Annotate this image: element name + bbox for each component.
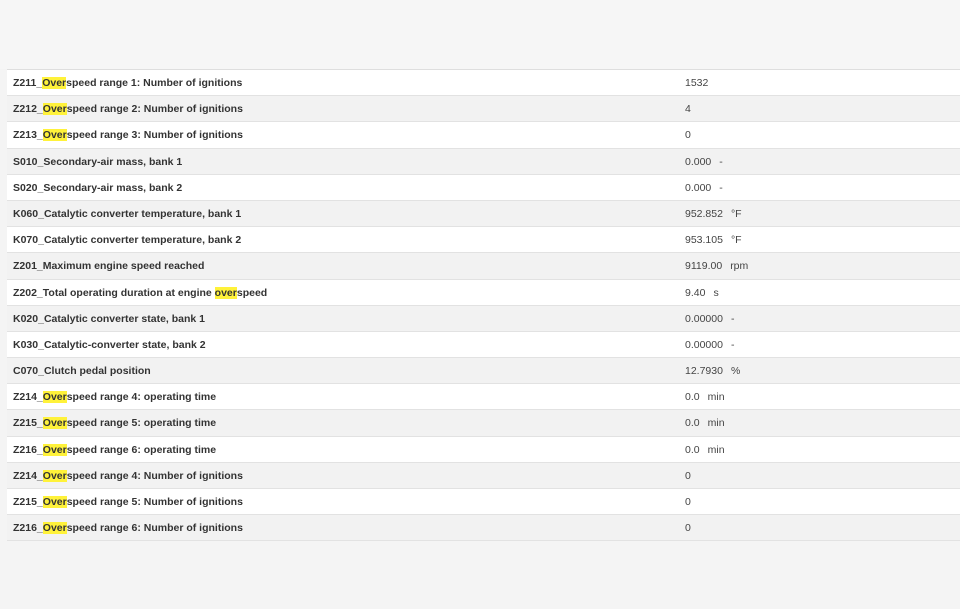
table-row[interactable]: Z215_Overspeed range 5: operating time 0… — [7, 410, 960, 437]
parameter-unit: - — [719, 181, 723, 194]
table-row[interactable]: K020_Catalytic converter state, bank 1 0… — [7, 305, 960, 332]
parameter-name: Z216_Overspeed range 6: Number of igniti… — [13, 522, 243, 535]
table-row[interactable]: K030_Catalytic-converter state, bank 2 0… — [7, 331, 960, 359]
table-row[interactable]: Z211_Overspeed range 1: Number of igniti… — [7, 70, 960, 97]
parameter-name: K060_Catalytic converter temperature, ba… — [13, 207, 242, 220]
table-row[interactable]: S010_Secondary-air mass, bank 1 0.000- — [7, 148, 960, 175]
parameter-value: 4 — [685, 103, 691, 116]
search-highlight: Over — [42, 522, 67, 535]
table-row[interactable]: Z216_Overspeed range 6: operating time 0… — [7, 436, 960, 463]
parameter-value: 0.00000- — [685, 338, 735, 351]
table-row[interactable]: Z214_Overspeed range 4: operating time 0… — [7, 384, 960, 411]
search-highlight: Over — [42, 417, 67, 430]
parameter-value: 1532 — [685, 77, 709, 89]
parameter-name: S020_Secondary-air mass, bank 2 — [13, 181, 183, 194]
parameter-name: Z201_Maximum engine speed reached — [13, 260, 205, 273]
parameter-value: 0.0 min — [685, 443, 725, 456]
table-row[interactable]: Z201_Maximum engine speed reached 9119.0… — [7, 253, 960, 280]
parameter-name: Z211_Overspeed range 1: Number of igniti… — [13, 77, 243, 89]
parameter-value: 0 — [685, 522, 691, 535]
parameter-unit: - — [730, 312, 735, 325]
parameter-name: S010_Secondary-air mass, bank 1 — [13, 155, 183, 168]
parameter-name: C070_Clutch pedal position — [13, 365, 151, 378]
parameter-value: 0 — [685, 496, 691, 508]
search-highlight: Over — [42, 129, 67, 142]
parameter-name: Z214_Overspeed range 4: Number of igniti… — [13, 469, 243, 482]
table-row[interactable]: Z212_Overspeed range 2: Number of igniti… — [7, 96, 960, 123]
parameter-name: K020_Catalytic converter state, bank 1 — [13, 312, 206, 325]
parameter-unit: s — [713, 286, 719, 299]
parameter-unit: min — [707, 391, 725, 404]
parameter-value: 0.00000- — [685, 312, 735, 325]
parameter-value: 9.40 s — [685, 286, 719, 299]
parameter-name: Z212_Overspeed range 2: Number of igniti… — [13, 103, 243, 116]
parameter-unit: - — [719, 155, 723, 168]
table-row[interactable]: Z216_Overspeed range 6: Number of igniti… — [7, 515, 960, 542]
table-row[interactable]: S020_Secondary-air mass, bank 2 0.000- — [7, 174, 960, 201]
parameter-unit: °F — [730, 234, 742, 247]
parameter-value: 9119.00 rpm — [685, 260, 749, 273]
parameter-name: K070_Catalytic converter temperature, ba… — [13, 234, 242, 247]
top-blank-area — [0, 0, 960, 69]
parameter-name: K030_Catalytic-converter state, bank 2 — [13, 338, 206, 351]
search-highlight: Over — [42, 469, 67, 482]
parameter-value: 952.852 °F — [685, 207, 742, 220]
parameter-unit: min — [707, 443, 725, 456]
parameter-value: 12.7930% — [685, 365, 741, 378]
parameter-unit: % — [730, 365, 741, 378]
table-row[interactable]: Z215_Overspeed range 5: Number of igniti… — [7, 489, 960, 516]
parameter-name: Z214_Overspeed range 4: operating time — [13, 391, 217, 404]
measured-values-table: Z211_Overspeed range 1: Number of igniti… — [7, 69, 960, 542]
search-highlight: Over — [42, 103, 67, 116]
parameter-value: 0 — [685, 469, 691, 482]
parameter-value: 0.000- — [685, 155, 723, 168]
search-highlight: Over — [42, 391, 67, 404]
parameter-unit: °F — [730, 207, 742, 220]
table-row[interactable]: K070_Catalytic converter temperature, ba… — [7, 227, 960, 254]
parameter-unit: - — [730, 338, 735, 351]
parameter-name: Z202_Total operating duration at engine … — [13, 286, 268, 299]
parameter-unit: rpm — [730, 260, 749, 273]
table-row[interactable]: Z214_Overspeed range 4: Number of igniti… — [7, 462, 960, 489]
parameter-value: 0.0 min — [685, 417, 725, 430]
search-highlight: over — [214, 286, 237, 299]
bottom-blank-area — [0, 558, 960, 609]
search-highlight: Over — [42, 496, 67, 508]
parameter-unit: min — [707, 417, 725, 430]
parameter-name: Z215_Overspeed range 5: operating time — [13, 417, 217, 430]
search-highlight: Over — [42, 443, 67, 456]
parameter-name: Z216_Overspeed range 6: operating time — [13, 443, 217, 456]
search-highlight: Over — [42, 77, 67, 89]
parameter-value: 0.000- — [685, 181, 723, 194]
parameter-value: 953.105 °F — [685, 234, 742, 247]
table-row[interactable]: Z202_Total operating duration at engine … — [7, 279, 960, 306]
table-row[interactable]: K060_Catalytic converter temperature, ba… — [7, 200, 960, 228]
parameter-value: 0 — [685, 129, 691, 142]
parameter-name: Z215_Overspeed range 5: Number of igniti… — [13, 496, 243, 508]
parameter-name: Z213_Overspeed range 3: Number of igniti… — [13, 129, 243, 142]
table-row[interactable]: C070_Clutch pedal position 12.7930% — [7, 358, 960, 385]
table-row[interactable]: Z213_Overspeed range 3: Number of igniti… — [7, 122, 960, 149]
parameter-value: 0.0 min — [685, 391, 725, 404]
